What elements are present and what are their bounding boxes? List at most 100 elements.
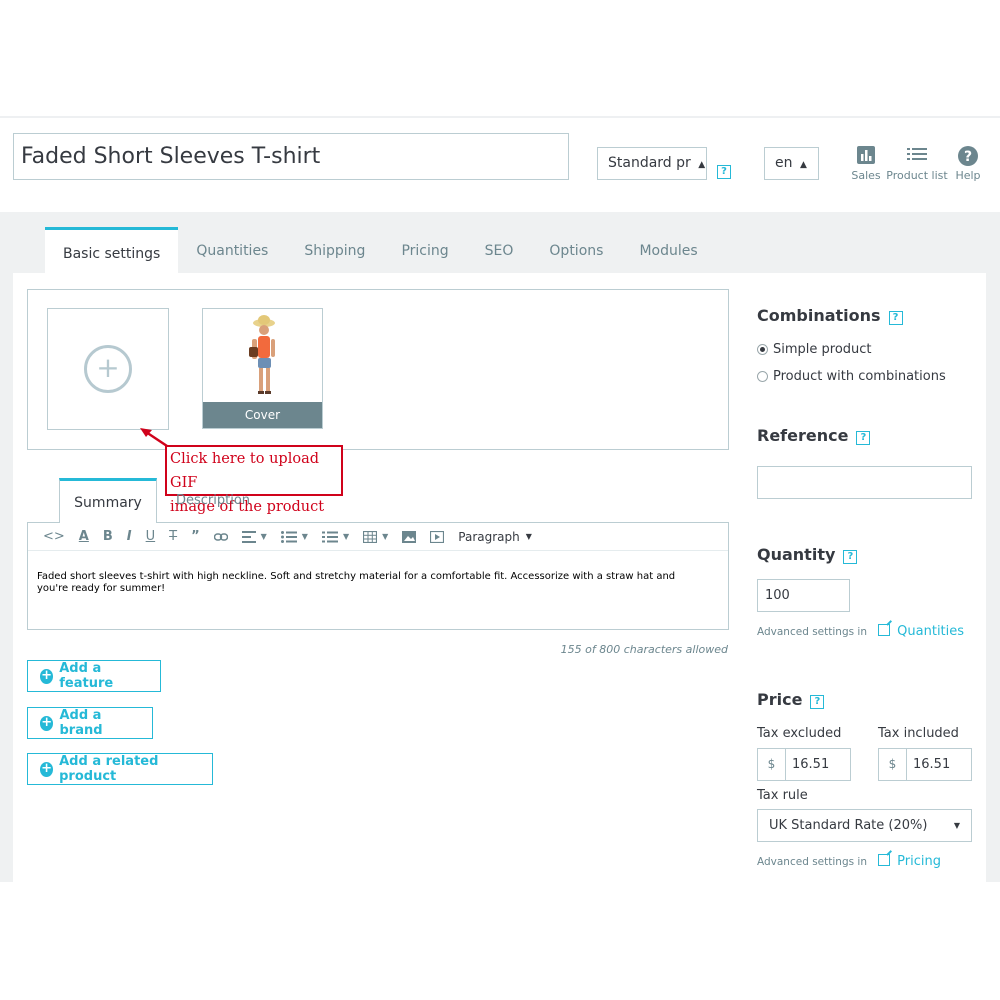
reference-heading: Reference? xyxy=(757,426,871,445)
editor-toolbar: <> A B I U T ” ▼ ▼ ▼ ▼ Paragraph ▼ xyxy=(28,523,728,551)
quantity-title: Quantity xyxy=(757,545,836,564)
tab-quantities[interactable]: Quantities xyxy=(178,227,286,273)
svg-text:?: ? xyxy=(964,149,972,165)
tab-description[interactable]: Description xyxy=(176,493,250,508)
combinations-help-icon[interactable]: ? xyxy=(888,311,903,325)
help-label: Help xyxy=(955,169,981,182)
character-counter: 155 of 800 characters allowed xyxy=(560,643,728,656)
sort-caret-icon: ▲︎ xyxy=(799,160,807,170)
quantity-advanced-settings: Advanced settings in Quantities xyxy=(757,620,964,639)
tab-summary[interactable]: Summary xyxy=(59,478,157,523)
add-related-product-button[interactable]: + Add a related product xyxy=(27,753,213,785)
radio-selected-icon xyxy=(757,344,768,355)
table-dropdown-icon[interactable]: ▼ xyxy=(363,530,388,543)
price-tax-included-input[interactable]: $ 16.51 xyxy=(878,748,972,781)
underline-icon[interactable]: U xyxy=(146,529,156,544)
quantity-input[interactable]: 100 xyxy=(757,579,850,612)
quantity-advanced-text: Advanced settings in xyxy=(757,626,867,638)
product-type-value: Standard pr xyxy=(608,155,691,171)
product-list-button[interactable]: Product list xyxy=(886,146,948,182)
bullet-list-dropdown-icon[interactable]: ▼ xyxy=(280,530,308,543)
price-tax-included-value: 16.51 xyxy=(913,757,951,772)
bold-icon[interactable]: B xyxy=(103,529,113,544)
price-title: Price xyxy=(757,690,803,709)
reference-input[interactable] xyxy=(757,466,972,499)
italic-icon[interactable]: I xyxy=(127,529,132,544)
simple-product-radio[interactable]: Simple product xyxy=(757,342,872,357)
link-icon[interactable] xyxy=(213,532,228,542)
product-edit-page: Faded Short Sleeves T-shirt Standard pr … xyxy=(0,0,1000,1000)
list-icon xyxy=(886,146,948,166)
combinations-product-label: Product with combinations xyxy=(773,369,946,384)
product-type-help-icon[interactable]: ? xyxy=(717,159,731,179)
tab-basic-settings[interactable]: Basic settings xyxy=(45,227,179,273)
plus-circle-icon: + xyxy=(40,760,54,777)
price-heading: Price? xyxy=(757,690,825,709)
strikethrough-icon[interactable]: T xyxy=(169,529,177,544)
format-dropdown[interactable]: Paragraph ▼ xyxy=(458,530,532,544)
language-select[interactable]: en ▲︎ xyxy=(764,147,819,180)
add-feature-label: Add a feature xyxy=(59,661,114,691)
tax-rule-value: UK Standard Rate (20%) xyxy=(769,818,928,833)
annotation-line-1: Click here to upload GIF xyxy=(170,451,320,491)
tax-rule-label: Tax rule xyxy=(757,788,808,803)
blockquote-icon[interactable]: ” xyxy=(191,529,200,544)
reference-title: Reference xyxy=(757,426,849,445)
combinations-product-radio[interactable]: Product with combinations xyxy=(757,369,946,384)
pricing-link[interactable]: Pricing xyxy=(897,854,941,869)
video-icon[interactable] xyxy=(430,530,445,543)
tax-excluded-label: Tax excluded xyxy=(757,726,842,741)
tab-modules[interactable]: Modules xyxy=(621,227,715,273)
add-image-icon: + xyxy=(84,345,132,393)
sales-button[interactable]: Sales xyxy=(848,146,884,182)
external-link-icon xyxy=(878,854,891,866)
add-feature-button[interactable]: + Add a feature xyxy=(27,660,161,692)
plus-circle-icon: + xyxy=(40,667,54,684)
tab-pricing[interactable]: Pricing xyxy=(383,227,466,273)
help-circle-icon: ? xyxy=(954,146,982,166)
radio-unselected-icon xyxy=(757,371,768,382)
text-color-icon[interactable]: A xyxy=(79,529,89,544)
add-brand-button[interactable]: + Add a brand xyxy=(27,707,153,739)
tab-options[interactable]: Options xyxy=(531,227,621,273)
chevron-down-icon: ▼ xyxy=(953,821,960,830)
combinations-heading: Combinations? xyxy=(757,306,903,325)
currency-prefix: $ xyxy=(758,749,786,780)
upload-gif-annotation: Click here to upload GIF image of the pr… xyxy=(165,445,343,515)
simple-product-label: Simple product xyxy=(773,342,872,357)
product-name-input[interactable]: Faded Short Sleeves T-shirt xyxy=(13,133,569,180)
image-icon[interactable] xyxy=(402,530,417,543)
currency-prefix: $ xyxy=(879,749,907,780)
product-list-label: Product list xyxy=(886,169,948,182)
add-related-product-label: Add a related product xyxy=(59,754,159,784)
tax-included-label: Tax included xyxy=(878,726,959,741)
sort-caret-icon: ▲︎ xyxy=(698,160,706,170)
reference-help-icon[interactable]: ? xyxy=(856,431,871,445)
summary-content[interactable]: Faded short sleeves t-shirt with high ne… xyxy=(37,571,707,595)
quantity-help-icon[interactable]: ? xyxy=(843,550,858,564)
product-type-select[interactable]: Standard pr ▲︎ xyxy=(597,147,707,180)
price-advanced-text: Advanced settings in xyxy=(757,856,867,868)
price-help-icon[interactable]: ? xyxy=(810,695,825,709)
price-tax-excluded-input[interactable]: $ 16.51 xyxy=(757,748,851,781)
price-tax-excluded-value: 16.51 xyxy=(792,757,830,772)
tax-rule-select[interactable]: UK Standard Rate (20%) ▼ xyxy=(757,809,972,842)
header-divider xyxy=(0,116,1000,118)
cover-label: Cover xyxy=(203,402,322,428)
help-button[interactable]: ? Help xyxy=(954,146,982,182)
product-tabs: Basic settings Quantities Shipping Prici… xyxy=(45,227,716,273)
sales-label: Sales xyxy=(851,169,881,182)
add-brand-label: Add a brand xyxy=(59,708,103,738)
align-dropdown-icon[interactable]: ▼ xyxy=(241,530,267,543)
bar-chart-icon xyxy=(848,146,884,166)
plus-circle-icon: + xyxy=(40,714,54,731)
language-value: en xyxy=(775,155,793,171)
numbered-list-dropdown-icon[interactable]: ▼ xyxy=(321,531,349,543)
tab-shipping[interactable]: Shipping xyxy=(286,227,383,273)
combinations-title: Combinations xyxy=(757,306,881,325)
external-link-icon xyxy=(878,624,891,636)
tab-seo[interactable]: SEO xyxy=(467,227,532,273)
chevron-down-icon: ▼ xyxy=(525,532,532,541)
source-code-icon[interactable]: <> xyxy=(43,529,65,544)
quantities-link[interactable]: Quantities xyxy=(897,624,964,639)
